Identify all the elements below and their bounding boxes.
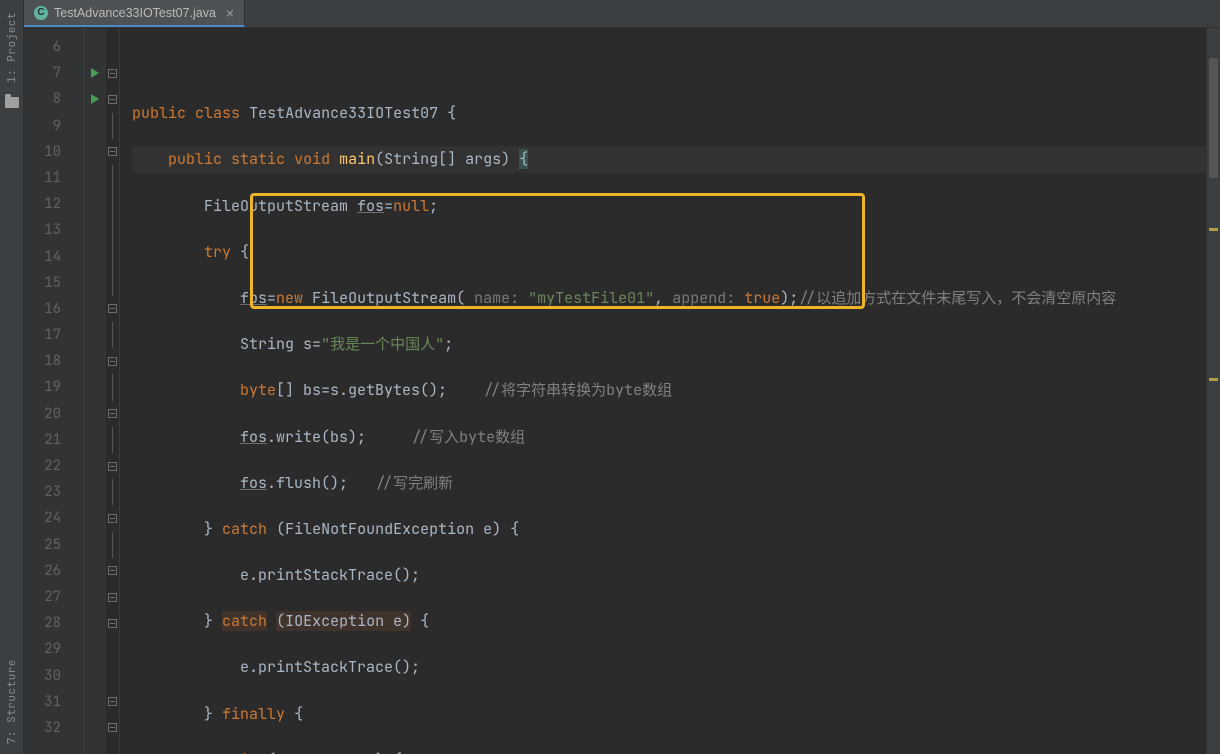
folder-icon [5,97,19,108]
line-number: 8 [24,86,83,112]
code-line[interactable]: fos=new FileOutputStream( name: "myTestF… [132,285,1206,311]
line-number: 21 [24,427,83,453]
line-number: 14 [24,244,83,270]
code-line[interactable] [132,54,1206,80]
fold-toggle[interactable] [108,566,117,575]
code-line[interactable]: fos.write(bs); //写入byte数组 [132,424,1206,450]
code-line[interactable]: public static void main(String[] args) { [132,146,1206,172]
line-number: 10 [24,139,83,165]
run-icon[interactable] [91,94,99,104]
line-number: 32 [24,715,83,741]
run-gutter [84,28,106,754]
editor-area: C TestAdvance33IOTest07.java × 678910111… [24,0,1220,754]
line-number: 22 [24,453,83,479]
line-number: 6 [24,34,83,60]
line-number: 25 [24,532,83,558]
line-number: 17 [24,322,83,348]
code-line[interactable]: String s="我是一个中国人"; [132,331,1206,357]
code-line[interactable]: if (fos != null) { [132,747,1206,754]
fold-toggle[interactable] [108,593,117,602]
fold-toggle[interactable] [108,357,117,366]
editor[interactable]: 6789101112131415161718192021222324252627… [24,28,1220,754]
line-number: 11 [24,165,83,191]
editor-scrollbar[interactable] [1206,28,1220,754]
structure-tool-tab[interactable]: 7: Structure [5,659,19,744]
fold-toggle[interactable] [108,619,117,628]
scrollbar-thumb[interactable] [1209,58,1218,178]
tab-filename: TestAdvance33IOTest07.java [54,6,216,20]
code-line[interactable]: } catch (IOException e) { [132,608,1206,634]
line-number-gutter: 6789101112131415161718192021222324252627… [24,28,84,754]
tool-window-bar: 1: Project 7: Structure [0,0,24,754]
line-number: 19 [24,374,83,400]
run-icon[interactable] [91,68,99,78]
line-number: 31 [24,689,83,715]
line-number: 18 [24,348,83,374]
fold-toggle[interactable] [108,147,117,156]
code-area[interactable]: public class TestAdvance33IOTest07 { pub… [120,28,1206,754]
code-line[interactable]: } catch (FileNotFoundException e) { [132,516,1206,542]
fold-toggle[interactable] [108,409,117,418]
class-file-icon: C [34,6,48,20]
line-number: 28 [24,610,83,636]
line-number: 27 [24,584,83,610]
line-number: 16 [24,296,83,322]
code-line[interactable]: fos.flush(); //写完刷新 [132,470,1206,496]
code-line[interactable]: FileOutputStream fos=null; [132,193,1206,219]
fold-toggle[interactable] [108,462,117,471]
editor-tab[interactable]: C TestAdvance33IOTest07.java × [24,0,245,27]
line-number: 29 [24,636,83,662]
line-number: 30 [24,663,83,689]
code-line[interactable]: } finally { [132,701,1206,727]
fold-toggle[interactable] [108,69,117,78]
fold-gutter [106,28,120,754]
code-line[interactable]: public class TestAdvance33IOTest07 { [132,100,1206,126]
warning-stripe[interactable] [1209,378,1218,381]
fold-toggle[interactable] [108,723,117,732]
fold-toggle[interactable] [108,514,117,523]
code-line[interactable]: byte[] bs=s.getBytes(); //将字符串转换为byte数组 [132,377,1206,403]
code-line[interactable]: e.printStackTrace(); [132,654,1206,680]
warning-stripe[interactable] [1209,228,1218,231]
fold-toggle[interactable] [108,95,117,104]
line-number: 24 [24,505,83,531]
line-number: 13 [24,217,83,243]
line-number: 20 [24,401,83,427]
editor-tabs: C TestAdvance33IOTest07.java × [24,0,1220,28]
line-number: 15 [24,270,83,296]
line-number: 26 [24,558,83,584]
fold-toggle[interactable] [108,304,117,313]
fold-toggle[interactable] [108,697,117,706]
code-line[interactable]: try { [132,239,1206,265]
ide-root: 1: Project 7: Structure C TestAdvance33I… [0,0,1220,754]
close-icon[interactable]: × [226,5,234,21]
project-tool-tab[interactable]: 1: Project [5,12,19,83]
code-line[interactable]: e.printStackTrace(); [132,562,1206,588]
line-number: 9 [24,113,83,139]
line-number: 12 [24,191,83,217]
line-number: 7 [24,60,83,86]
line-number: 23 [24,479,83,505]
